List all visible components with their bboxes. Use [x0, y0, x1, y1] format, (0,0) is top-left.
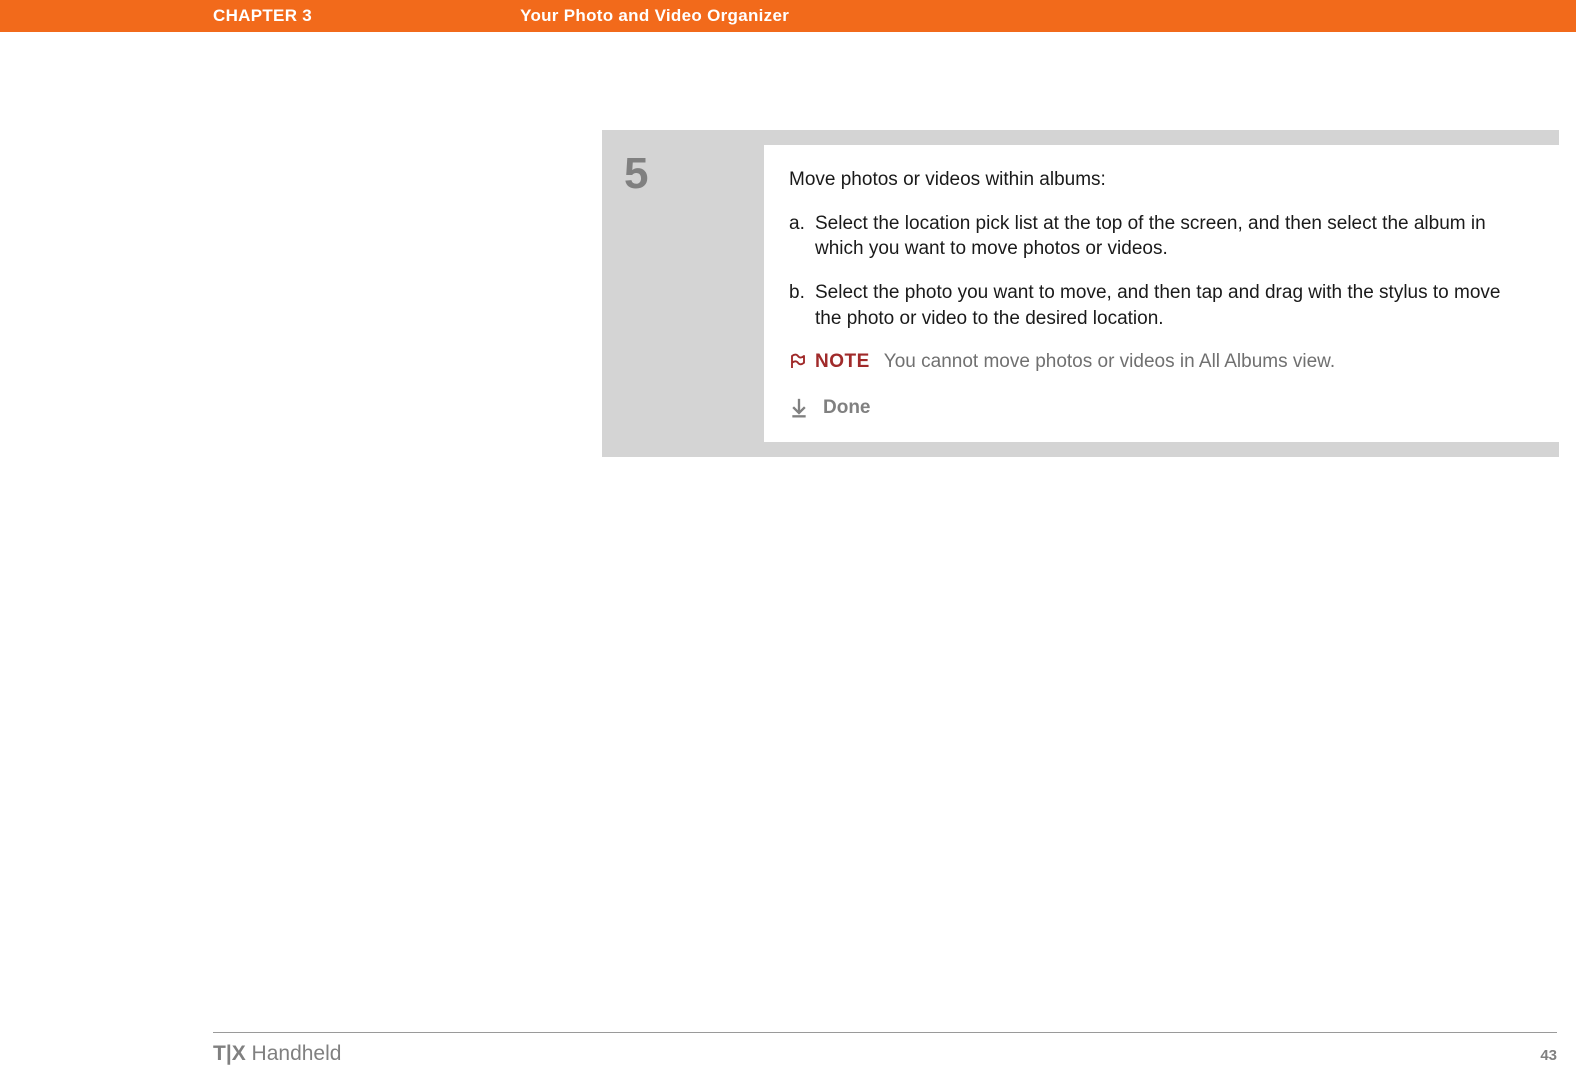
note-flag-icon	[789, 353, 811, 371]
device-name-rest: Handheld	[246, 1042, 342, 1065]
step-number: 5	[624, 152, 764, 196]
device-name-bold: T|X	[213, 1042, 246, 1065]
step-number-column: 5	[602, 130, 764, 457]
chapter-title: Your Photo and Video Organizer	[520, 6, 789, 26]
substep-a: a. Select the location pick list at the …	[789, 211, 1524, 262]
note-label: NOTE	[815, 349, 870, 375]
chapter-label: CHAPTER 3	[213, 6, 312, 26]
footer-divider	[213, 1032, 1557, 1033]
arrow-down-icon	[789, 397, 815, 419]
step-card: 5 Move photos or videos within albums: a…	[602, 130, 1559, 457]
step-content: Move photos or videos within albums: a. …	[764, 145, 1559, 442]
step-intro-text: Move photos or videos within albums:	[789, 167, 1524, 193]
note-row: NOTE You cannot move photos or videos in…	[789, 349, 1524, 375]
done-label: Done	[823, 395, 871, 421]
substep-letter: b.	[789, 280, 815, 331]
page-number: 43	[1540, 1047, 1557, 1064]
note-text: You cannot move photos or videos in All …	[884, 349, 1335, 375]
substep-b: b. Select the photo you want to move, an…	[789, 280, 1524, 331]
page-footer: T|X Handheld 43	[213, 1042, 1557, 1066]
substep-text: Select the photo you want to move, and t…	[815, 280, 1524, 331]
done-row: Done	[789, 395, 1524, 421]
device-name: T|X Handheld	[213, 1042, 341, 1066]
substep-text: Select the location pick list at the top…	[815, 211, 1524, 262]
substep-letter: a.	[789, 211, 815, 262]
chapter-header-bar: CHAPTER 3 Your Photo and Video Organizer	[0, 0, 1576, 32]
